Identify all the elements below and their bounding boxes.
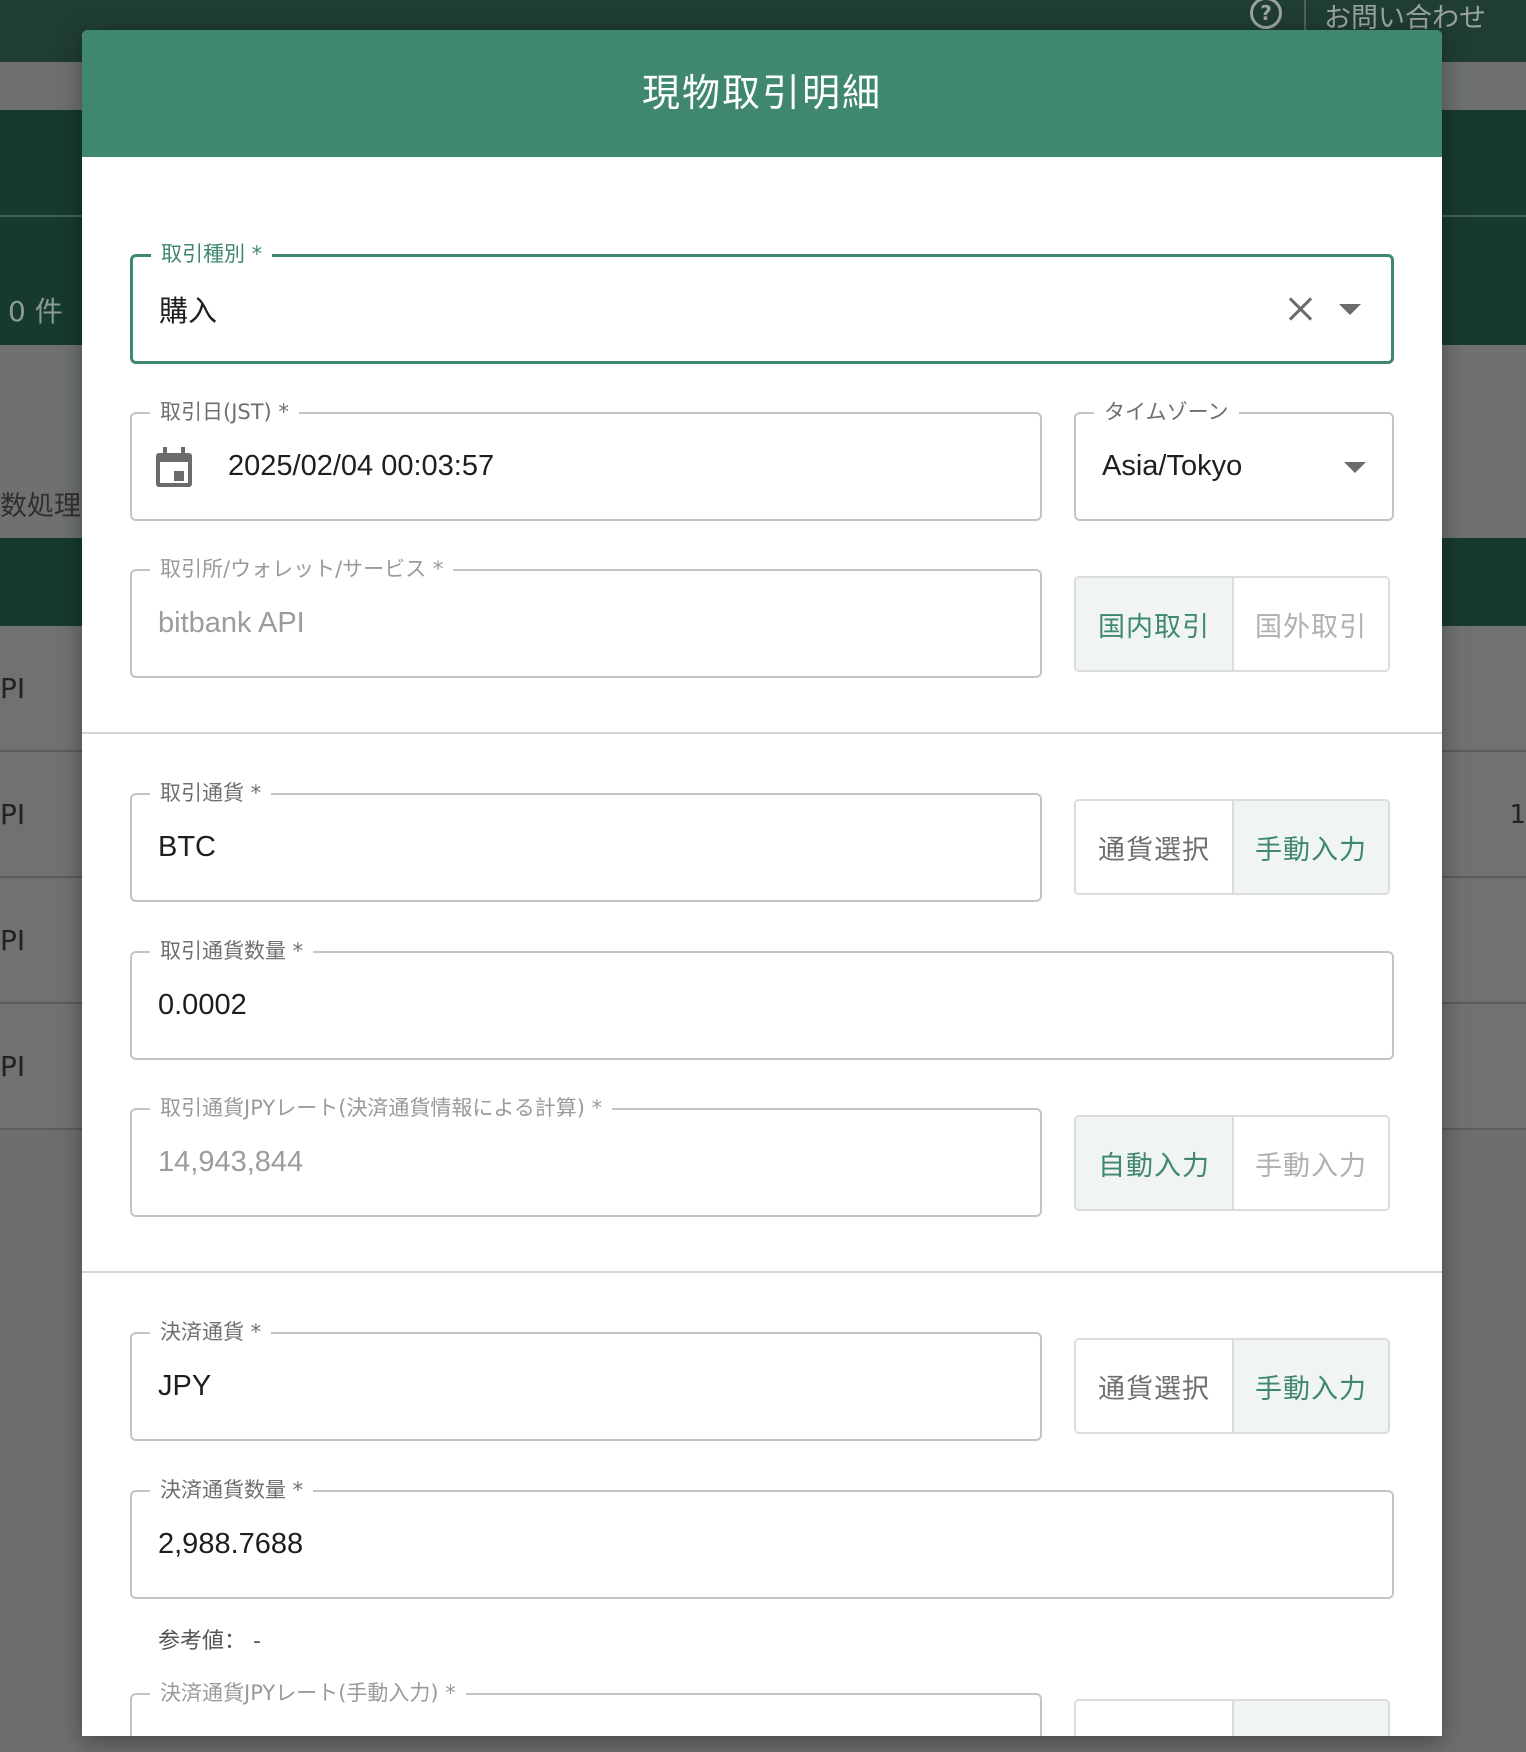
settle-amount-field[interactable]: 決済通貨数量 * 2,988.7688 [130, 1476, 1394, 1599]
foreign-trade-button[interactable]: 国外取引 [1232, 578, 1388, 670]
trade-type-select[interactable]: 取引種別 * 購入 [130, 240, 1394, 364]
section-divider [82, 732, 1442, 734]
spot-trade-detail-dialog: 現物取引明細 取引種別 * 購入 取引日(JST) * 2025/02/04 0… [82, 30, 1442, 1736]
settle-rate-toggle [1074, 1699, 1390, 1736]
trade-date-value: 2025/02/04 00:03:57 [228, 450, 495, 482]
trade-rate-field[interactable]: 取引通貨JPYレート(決済通貨情報による計算) * 14,943,844 [130, 1094, 1042, 1217]
background-row-marker: 1 [1509, 800, 1526, 830]
dialog-title: 現物取引明細 [641, 71, 882, 115]
settle-currency-toggle: 通貨選択 手動入力 [1074, 1338, 1390, 1434]
trade-type-value: 購入 [159, 296, 218, 328]
settle-rate-left-button[interactable] [1076, 1701, 1232, 1736]
trade-currency-toggle: 通貨選択 手動入力 [1074, 799, 1390, 895]
settle-currency-select-button[interactable]: 通貨選択 [1076, 1340, 1232, 1432]
settle-currency-field[interactable]: 決済通貨 * JPY [130, 1318, 1042, 1441]
timezone-value: Asia/Tokyo [1102, 450, 1243, 482]
dialog-header: 現物取引明細 [82, 30, 1442, 157]
trade-currency-value: BTC [158, 831, 216, 863]
exchange-toggle: 国内取引 国外取引 [1074, 576, 1390, 672]
trade-amount-value: 0.0002 [158, 989, 247, 1021]
settle-rate-right-button[interactable] [1232, 1701, 1388, 1736]
top-actions-divider [1304, 0, 1306, 30]
exchange-field[interactable]: 取引所/ウォレット/サービス * bitbank API [130, 555, 1042, 678]
trade-currency-manual-button[interactable]: 手動入力 [1232, 801, 1388, 893]
trade-rate-value: 14,943,844 [158, 1146, 304, 1178]
trade-date-field[interactable]: 取引日(JST) * 2025/02/04 00:03:57 [130, 398, 1042, 521]
timezone-select[interactable]: タイムゾーン Asia/Tokyo [1074, 398, 1394, 521]
domestic-trade-button[interactable]: 国内取引 [1076, 578, 1232, 670]
settle-currency-manual-button[interactable]: 手動入力 [1232, 1340, 1388, 1432]
trade-rate-auto-button[interactable]: 自動入力 [1076, 1117, 1232, 1209]
settle-rate-field[interactable]: 決済通貨JPYレート(手動入力) * [130, 1679, 1042, 1736]
trade-rate-manual-button[interactable]: 手動入力 [1232, 1117, 1388, 1209]
settle-amount-value: 2,988.7688 [158, 1528, 304, 1560]
trade-currency-field[interactable]: 取引通貨 * BTC [130, 779, 1042, 902]
background-process-label: 数処理: [0, 491, 91, 522]
trade-rate-toggle: 自動入力 手動入力 [1074, 1115, 1390, 1211]
background-top-actions: ? お問い合わせ [1250, 0, 1486, 34]
section-divider [82, 1271, 1442, 1273]
trade-currency-select-button[interactable]: 通貨選択 [1076, 801, 1232, 893]
clear-icon[interactable] [1285, 294, 1315, 324]
reference-value: 参考値： - [158, 1629, 261, 1654]
settle-currency-value: JPY [158, 1370, 212, 1402]
settle-rate-label: 決済通貨JPYレート(手動入力) * [150, 1679, 466, 1707]
calendar-icon[interactable] [156, 446, 192, 487]
exchange-value: bitbank API [158, 607, 305, 639]
trade-amount-field[interactable]: 取引通貨数量 * 0.0002 [130, 937, 1394, 1060]
chevron-down-icon[interactable] [1339, 304, 1361, 315]
background-count: 0 件 [8, 295, 63, 328]
chevron-down-icon[interactable] [1344, 461, 1366, 473]
question-circle-icon: ? [1250, 0, 1282, 29]
